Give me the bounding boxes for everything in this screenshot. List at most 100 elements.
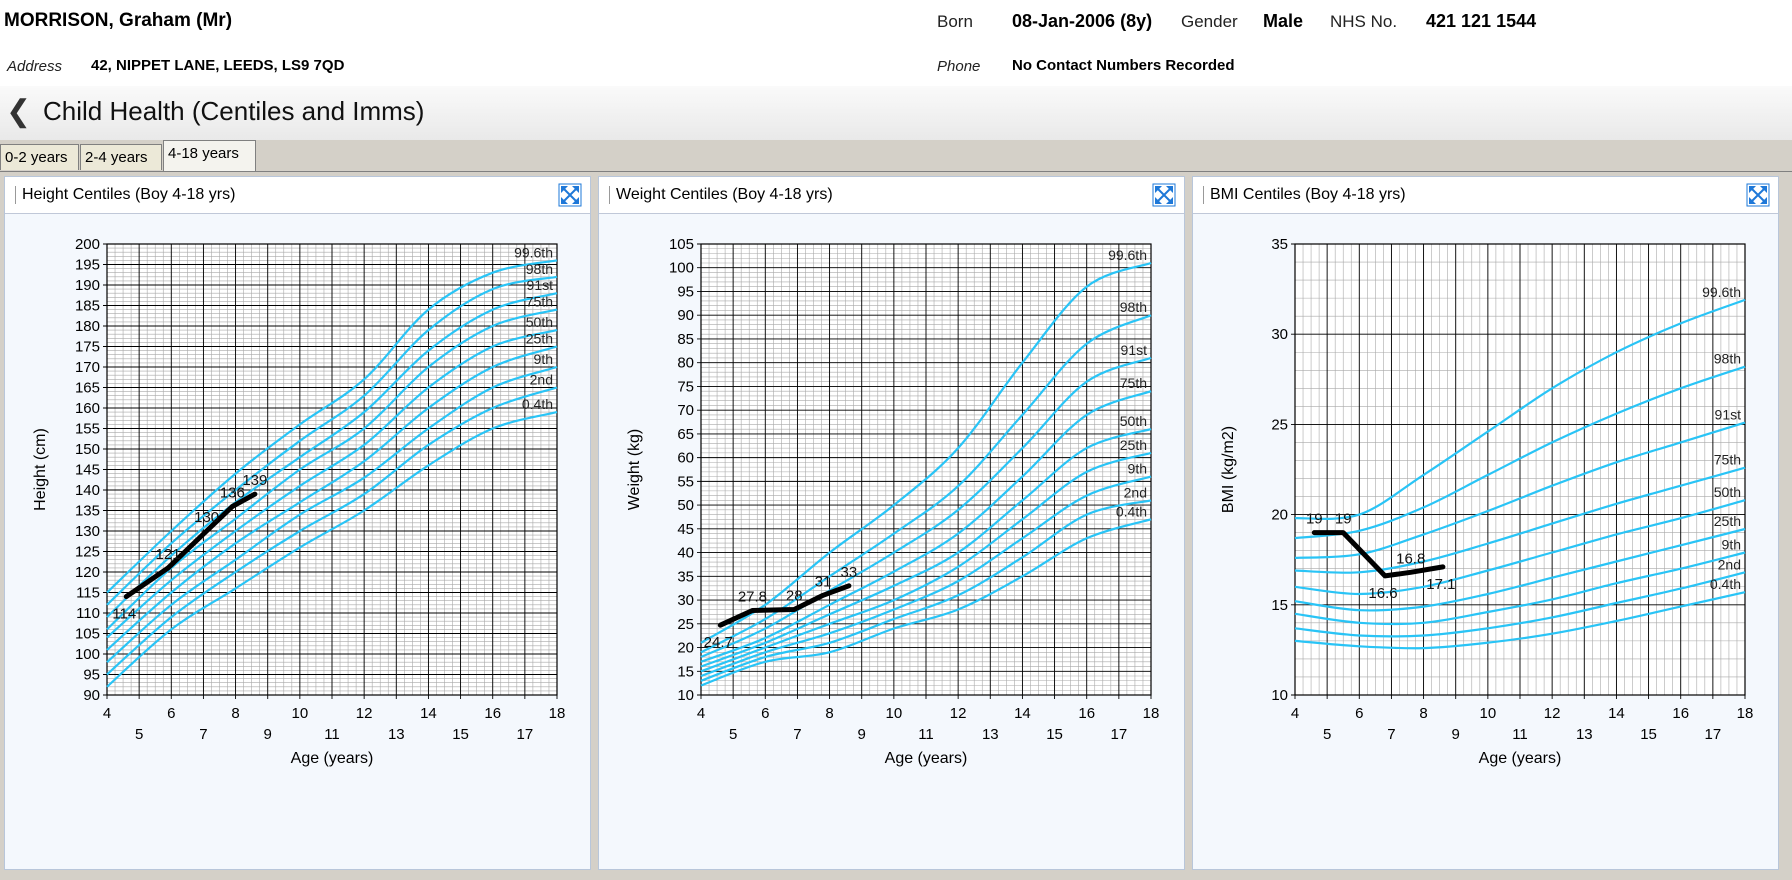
y-tick-label: 75	[677, 378, 694, 395]
x-tick-label: 15	[1046, 726, 1063, 743]
x-tick-label: 17	[1111, 726, 1128, 743]
chevron-left-icon[interactable]: ❮	[6, 94, 31, 129]
x-tick-label: 6	[167, 705, 175, 722]
centile-label: 9th	[1722, 536, 1741, 552]
x-tick-label: 14	[1608, 705, 1625, 722]
patient-data-label: 19	[1306, 511, 1323, 528]
y-tick-label: 180	[75, 318, 100, 335]
patient-banner: MORRISON, Graham (Mr) Born 08-Jan-2006 (…	[0, 0, 1792, 86]
centile-label: 0.4th	[1116, 503, 1147, 519]
gender-value: Male	[1263, 11, 1304, 31]
y-tick-label: 30	[1271, 326, 1288, 343]
y-tick-label: 165	[75, 380, 100, 397]
x-tick-label: 5	[135, 726, 143, 743]
patient-name: MORRISON, Graham (Mr)	[4, 10, 233, 31]
address-label: Address	[7, 58, 63, 75]
y-tick-label: 50	[677, 497, 694, 514]
x-tick-label: 9	[1452, 726, 1460, 743]
x-tick-label: 11	[1512, 726, 1528, 743]
y-tick-label: 200	[75, 236, 100, 253]
centile-label: 50th	[1714, 484, 1741, 500]
maximize-icon[interactable]	[1746, 183, 1770, 207]
y-tick-label: 40	[677, 545, 694, 562]
tab-2-4-years[interactable]: 2-4 years	[80, 144, 162, 170]
centile-label: 75th	[526, 294, 553, 310]
y-tick-label: 135	[75, 503, 100, 520]
x-axis-title: Age (years)	[885, 750, 968, 767]
patient-data-label: 17.1	[1426, 576, 1455, 593]
y-tick-label: 15	[677, 663, 694, 680]
panel-title: BMI Centiles (Boy 4-18 yrs)	[1203, 186, 1406, 204]
x-tick-label: 13	[982, 726, 999, 743]
centile-label: 98th	[1120, 299, 1147, 315]
y-tick-label: 10	[1271, 687, 1288, 704]
y-tick-label: 45	[677, 521, 694, 538]
x-tick-label: 18	[549, 705, 566, 722]
x-tick-label: 8	[1419, 705, 1427, 722]
centile-label: 2nd	[1124, 484, 1147, 500]
x-tick-label: 16	[1078, 705, 1095, 722]
x-tick-label: 10	[1480, 705, 1497, 722]
panel-header: Height Centiles (Boy 4-18 yrs)	[5, 177, 590, 214]
height-centile-chart: 9095100105110115120125130135140145150155…	[32, 236, 566, 767]
y-axis-title: BMI (kg/m2)	[1220, 426, 1237, 513]
tab-4-18-years[interactable]: 4-18 years	[163, 140, 256, 172]
maximize-icon[interactable]	[1152, 183, 1176, 207]
y-tick-label: 65	[677, 426, 694, 443]
weight-centile-chart: 1015202530354045505560657075808590951001…	[626, 236, 1160, 767]
centile-label: 98th	[526, 261, 553, 277]
tab-0-2-years[interactable]: 0-2 years	[0, 144, 79, 170]
y-tick-label: 190	[75, 277, 100, 294]
panel-header: Weight Centiles (Boy 4-18 yrs)	[599, 177, 1184, 214]
y-tick-label: 145	[75, 462, 100, 479]
maximize-icon[interactable]	[558, 183, 582, 207]
centile-label: 98th	[1714, 351, 1741, 367]
patient-data-label: 114	[112, 606, 136, 623]
centile-label: 25th	[1714, 513, 1741, 529]
y-axis-title: Weight (kg)	[626, 429, 643, 511]
panel-title: Height Centiles (Boy 4-18 yrs)	[15, 186, 235, 204]
x-tick-label: 7	[199, 726, 207, 743]
y-tick-label: 95	[677, 283, 694, 300]
y-tick-label: 25	[1271, 416, 1288, 433]
y-tick-label: 15	[1271, 597, 1288, 614]
height-chart-panel: Height Centiles (Boy 4-18 yrs) 90 95 100 10…	[4, 176, 591, 870]
centile-label: 99.6th	[1702, 284, 1741, 300]
x-tick-label: 17	[1705, 726, 1722, 743]
x-tick-label: 18	[1143, 705, 1160, 722]
y-tick-label: 160	[75, 400, 100, 417]
centile-label: 99.6th	[514, 244, 553, 260]
centile-label: 91st	[527, 277, 554, 293]
x-axis-title: Age (years)	[1479, 750, 1562, 767]
centile-label: 25th	[1120, 437, 1147, 453]
x-tick-label: 11	[324, 726, 340, 743]
patient-data-label: 27.8	[738, 588, 767, 605]
y-tick-label: 80	[677, 355, 694, 372]
patient-data-label: 139	[242, 472, 267, 489]
x-tick-label: 4	[697, 705, 705, 722]
y-tick-label: 125	[75, 544, 100, 561]
x-tick-label: 15	[452, 726, 469, 743]
y-tick-label: 105	[75, 626, 100, 643]
x-tick-label: 8	[825, 705, 833, 722]
y-tick-label: 90	[677, 307, 694, 324]
centile-label: 0.4th	[522, 396, 553, 412]
x-tick-label: 12	[950, 705, 967, 722]
x-tick-label: 13	[388, 726, 405, 743]
y-tick-label: 60	[677, 450, 694, 467]
y-tick-label: 35	[1271, 236, 1288, 253]
x-tick-label: 5	[1323, 726, 1331, 743]
y-tick-label: 115	[76, 585, 100, 602]
x-tick-label: 5	[729, 726, 737, 743]
x-tick-label: 4	[103, 705, 111, 722]
y-tick-label: 10	[677, 687, 694, 704]
panel-title: Weight Centiles (Boy 4-18 yrs)	[609, 186, 833, 204]
born-value: 08-Jan-2006 (8y)	[1012, 11, 1153, 31]
y-tick-label: 55	[677, 473, 694, 490]
y-tick-label: 95	[83, 667, 100, 684]
gender-label: Gender	[1181, 12, 1238, 31]
born-label: Born	[937, 12, 973, 31]
centile-label: 50th	[526, 314, 553, 330]
y-tick-label: 130	[75, 523, 100, 540]
x-tick-label: 10	[292, 705, 309, 722]
